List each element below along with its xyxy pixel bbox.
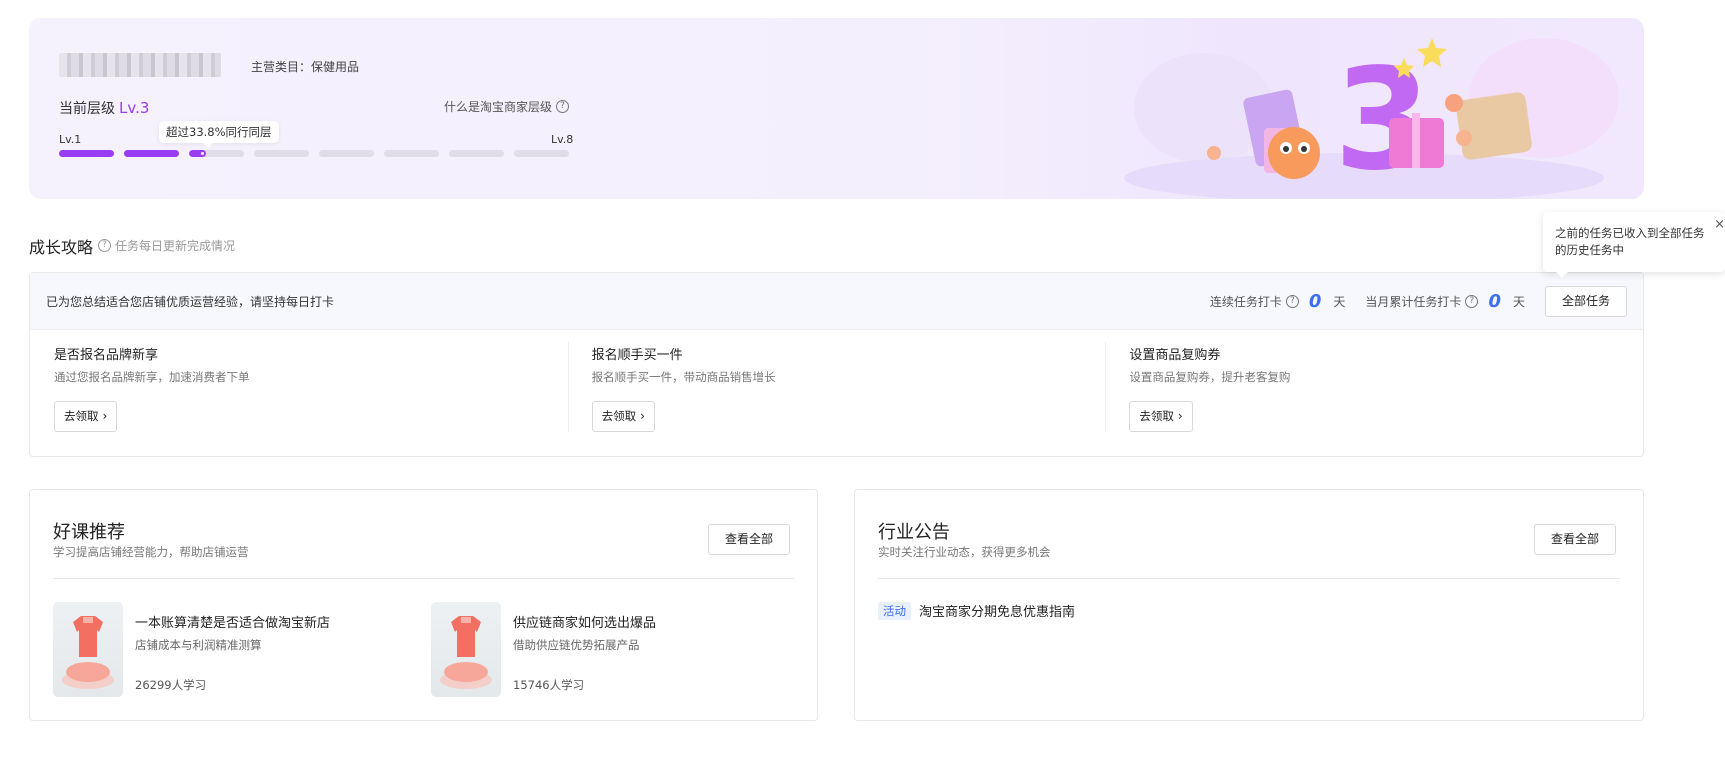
course-learners: 15746人学习: [513, 678, 585, 692]
tasks-header: 已为您总结适合您店铺优质运营经验，请坚持每日打卡 连续任务打卡 ? 0 天 当月…: [30, 273, 1643, 330]
courses-card: 好课推荐 学习提高店铺经营能力，帮助店铺运营 查看全部 一本账算清楚是否适合做淘…: [29, 489, 818, 721]
course-item[interactable]: 供应链商家如何选出爆品 借助供应链优势拓展产品 15746人学习: [431, 602, 656, 697]
level-start-label: Lv.1: [59, 133, 82, 146]
what-is-level-text: 什么是淘宝商家层级: [444, 100, 553, 114]
tasks-list: 是否报名品牌新享 通过您报名品牌新享，加速消费者下单 去领取 › 报名顺手买一件 …: [30, 330, 1643, 432]
course-image: [440, 616, 492, 689]
what-is-level-link[interactable]: 什么是淘宝商家层级 ?: [444, 98, 570, 115]
course-image: [62, 616, 114, 689]
streak-stat: 连续任务打卡 ? 0 天: [1210, 291, 1346, 312]
growth-title: 成长攻略: [29, 238, 94, 257]
progress-segment: [189, 150, 244, 157]
divider: [878, 578, 1620, 579]
task-desc: 通过您报名品牌新享，加速消费者下单: [54, 370, 250, 384]
course-info: 供应链商家如何选出爆品 借助供应链优势拓展产品 15746人学习: [513, 602, 656, 697]
level-banner: 主营类目：保健用品 当前层级 Lv.3 什么是淘宝商家层级 ? Lv.1 Lv.8…: [29, 18, 1644, 199]
claim-button-label: 去领取: [1139, 409, 1174, 423]
course-item[interactable]: 一本账算清楚是否适合做淘宝新店 店铺成本与利润精准测算 26299人学习: [53, 602, 330, 697]
progress-segment: [449, 150, 504, 157]
question-icon[interactable]: ?: [1465, 294, 1479, 308]
course-desc: 店铺成本与利润精准测算: [135, 638, 262, 652]
current-level-label: 当前层级: [59, 101, 115, 117]
task-item: 设置商品复购券 设置商品复购券，提升老客复购 去领取 ›: [1105, 342, 1643, 432]
divider: [53, 578, 794, 579]
store-name-blurred: [59, 53, 221, 77]
current-level-value: Lv.3: [119, 99, 150, 117]
main-category: 主营类目：保健用品: [251, 60, 360, 74]
peer-rank-tooltip: 超过33.8%同行同层: [159, 121, 279, 148]
course-learners: 26299人学习: [135, 678, 207, 692]
growth-hint: ? 任务每日更新完成情况: [98, 237, 235, 254]
notices-view-all-button[interactable]: 查看全部: [1533, 524, 1616, 555]
chevron-right-icon: ›: [1177, 409, 1183, 423]
progress-segment: [384, 150, 439, 157]
claim-button[interactable]: 去领取 ›: [54, 401, 118, 432]
task-title: 报名顺手买一件: [591, 348, 683, 363]
progress-segment: [319, 150, 374, 157]
notices-title: 行业公告: [878, 522, 950, 543]
level-end-label: Lv.8: [551, 133, 574, 146]
task-title: 是否报名品牌新享: [54, 348, 159, 363]
task-item: 报名顺手买一件 报名顺手买一件，带动商品销售增长 去领取 ›: [567, 342, 1106, 432]
level-illustration: 3: [1124, 38, 1619, 199]
close-icon[interactable]: ×: [1714, 216, 1725, 233]
chevron-right-icon: ›: [102, 409, 108, 423]
streak-label: 连续任务打卡: [1209, 294, 1282, 309]
question-icon: ?: [556, 100, 570, 113]
progress-segment: [514, 150, 569, 157]
notices-subtitle: 实时关注行业动态，获得更多机会: [878, 545, 1051, 559]
mascot-shape: [1268, 127, 1320, 179]
popover-text: 之前的任务已收入到全部任务的历史任务中: [1555, 226, 1705, 257]
progress-segment: [124, 150, 179, 157]
streak-value: 0: [1308, 290, 1322, 312]
all-tasks-button[interactable]: 全部任务: [1544, 285, 1627, 317]
progress-segment: [254, 150, 309, 157]
monthly-unit: 天: [1512, 294, 1525, 309]
task-title: 设置商品复购券: [1129, 348, 1221, 363]
claim-button-label: 去领取: [601, 409, 637, 423]
package-shape: [1456, 92, 1532, 160]
notice-item[interactable]: 活动 淘宝商家分期免息优惠指南: [878, 601, 1075, 620]
course-desc: 借助供应链优势拓展产品: [513, 638, 640, 652]
course-thumbnail: [431, 602, 501, 697]
question-icon[interactable]: ?: [98, 239, 111, 252]
growth-hint-text: 任务每日更新完成情况: [115, 239, 236, 253]
checkin-stats: 连续任务打卡 ? 0 天 当月累计任务打卡 ? 0 天 全部任务: [1210, 285, 1627, 317]
courses-subtitle: 学习提高店铺经营能力，帮助店铺运营: [53, 545, 249, 559]
monthly-stat: 当月累计任务打卡 ? 0 天: [1365, 291, 1525, 312]
task-desc: 设置商品复购券，提升老客复购: [1129, 370, 1291, 384]
courses-title: 好课推荐: [53, 522, 125, 543]
current-level: 当前层级 Lv.3: [59, 98, 149, 118]
tasks-message: 已为您总结适合您店铺优质运营经验，请坚持每日打卡: [46, 294, 335, 309]
courses-view-all-button[interactable]: 查看全部: [707, 524, 790, 555]
notice-tag: 活动: [878, 601, 911, 620]
monthly-label: 当月累计任务打卡: [1365, 294, 1462, 309]
notice-text: 淘宝商家分期免息优惠指南: [919, 605, 1076, 620]
course-thumbnail: [53, 602, 123, 697]
claim-button-label: 去领取: [64, 409, 99, 423]
claim-button[interactable]: 去领取 ›: [1129, 401, 1193, 432]
question-icon[interactable]: ?: [1285, 294, 1299, 308]
task-item: 是否报名品牌新享 通过您报名品牌新享，加速消费者下单 去领取 ›: [30, 342, 568, 432]
course-title: 供应链商家如何选出爆品: [513, 616, 657, 631]
level-progress-bar: [59, 150, 569, 157]
monthly-value: 0: [1488, 290, 1501, 312]
progress-fill: [189, 150, 206, 157]
industry-notices-card: 行业公告 实时关注行业动态，获得更多机会 查看全部 活动 淘宝商家分期免息优惠指…: [854, 489, 1644, 721]
task-desc: 报名顺手买一件，带动商品销售增长: [591, 370, 776, 384]
progress-segment: [59, 150, 114, 157]
claim-button[interactable]: 去领取 ›: [591, 401, 655, 432]
flower-shape: [1445, 94, 1463, 112]
chevron-right-icon: ›: [640, 409, 645, 423]
course-info: 一本账算清楚是否适合做淘宝新店 店铺成本与利润精准测算 26299人学习: [135, 602, 330, 697]
streak-unit: 天: [1333, 294, 1346, 309]
history-tasks-popover: 之前的任务已收入到全部任务的历史任务中 ×: [1543, 212, 1725, 278]
course-title: 一本账算清楚是否适合做淘宝新店: [135, 616, 331, 631]
tasks-card: 已为您总结适合您店铺优质运营经验，请坚持每日打卡 连续任务打卡 ? 0 天 当月…: [29, 272, 1644, 457]
